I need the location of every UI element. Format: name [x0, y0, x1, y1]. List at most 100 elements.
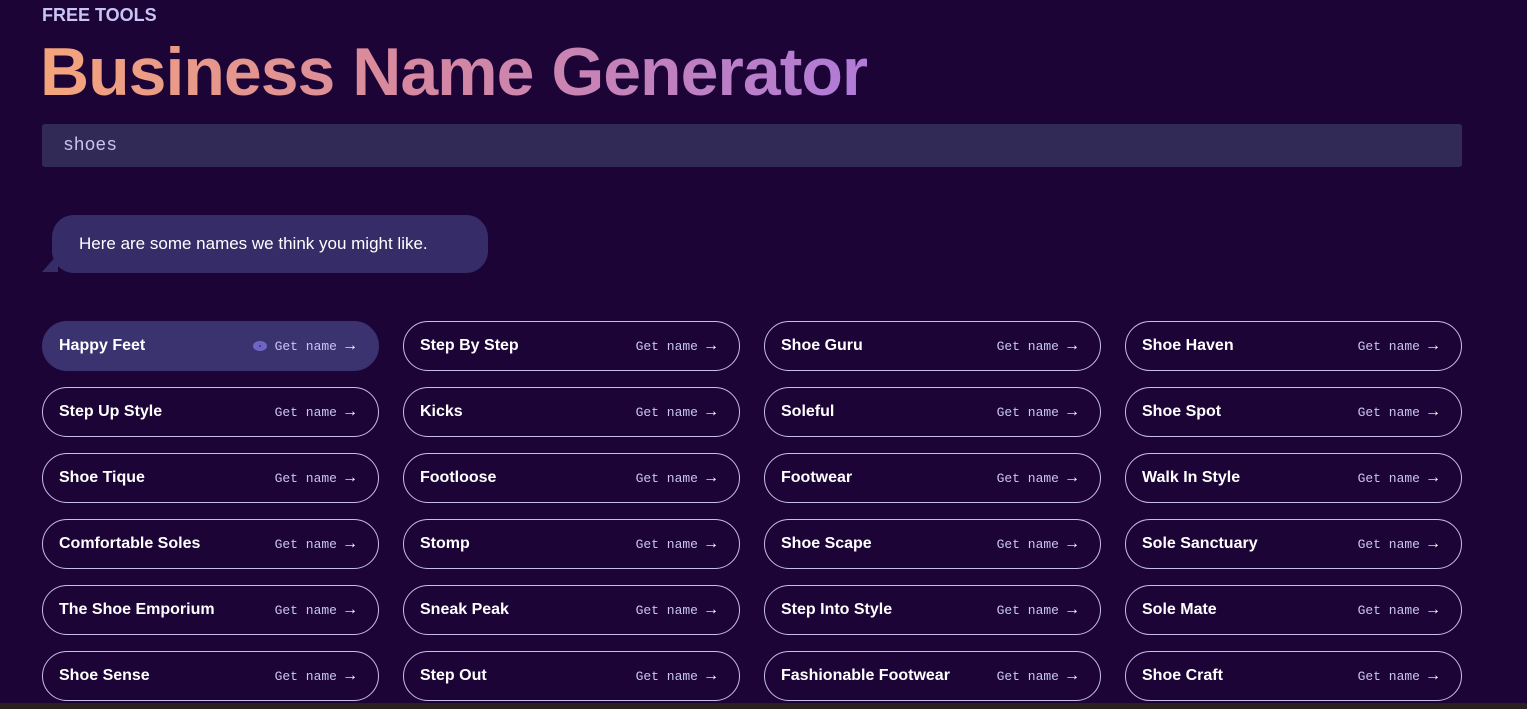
name-label: Step Out [420, 667, 487, 684]
get-name-link[interactable]: Get name [275, 405, 337, 420]
get-name-link[interactable]: Get name [275, 339, 337, 354]
get-name-link[interactable]: Get name [997, 471, 1059, 486]
arrow-right-icon: → [703, 403, 719, 420]
arrow-right-icon: → [1064, 337, 1080, 354]
name-card[interactable]: Fashionable Footwear Get name → [764, 651, 1101, 701]
search-input[interactable] [42, 124, 1462, 167]
name-label: The Shoe Emporium [59, 601, 215, 618]
arrow-right-icon: → [1064, 601, 1080, 618]
get-name-link[interactable]: Get name [997, 537, 1059, 552]
name-label: Shoe Craft [1142, 667, 1223, 684]
arrow-right-icon: → [342, 337, 358, 354]
get-name-link[interactable]: Get name [636, 471, 698, 486]
name-card[interactable]: Footloose Get name → [403, 453, 740, 503]
arrow-right-icon: → [342, 601, 358, 618]
name-label: Step Into Style [781, 601, 893, 618]
name-card[interactable]: Soleful Get name → [764, 387, 1101, 437]
name-card[interactable]: Shoe Spot Get name → [1125, 387, 1462, 437]
arrow-right-icon: → [342, 667, 358, 684]
name-card[interactable]: Happy Feet Get name → [42, 321, 379, 371]
arrow-right-icon: → [1064, 469, 1080, 486]
get-name-link[interactable]: Get name [1358, 339, 1420, 354]
name-card[interactable]: Walk In Style Get name → [1125, 453, 1462, 503]
name-card[interactable]: Step Into Style Get name → [764, 585, 1101, 635]
get-name-link[interactable]: Get name [275, 669, 337, 684]
get-name-link[interactable]: Get name [997, 405, 1059, 420]
name-card[interactable]: Shoe Scape Get name → [764, 519, 1101, 569]
arrow-right-icon: → [1425, 469, 1441, 486]
arrow-right-icon: → [1425, 535, 1441, 552]
name-card[interactable]: Step By Step Get name → [403, 321, 740, 371]
name-card[interactable]: Stomp Get name → [403, 519, 740, 569]
name-label: Kicks [420, 403, 463, 420]
name-card[interactable]: Footwear Get name → [764, 453, 1101, 503]
name-card[interactable]: Shoe Guru Get name → [764, 321, 1101, 371]
name-label: Shoe Tique [59, 469, 145, 486]
arrow-right-icon: → [1425, 667, 1441, 684]
name-card[interactable]: Step Out Get name → [403, 651, 740, 701]
arrow-right-icon: → [1064, 403, 1080, 420]
bottom-bar [0, 703, 1527, 709]
name-card[interactable]: Shoe Haven Get name → [1125, 321, 1462, 371]
get-name-link[interactable]: Get name [636, 537, 698, 552]
get-name-link[interactable]: Get name [1358, 669, 1420, 684]
names-grid: Happy Feet Get name → Step By Step Get name →… [42, 321, 1462, 701]
arrow-right-icon: → [342, 535, 358, 552]
arrow-right-icon: → [703, 601, 719, 618]
name-card[interactable]: Comfortable Soles Get name → [42, 519, 379, 569]
name-label: Walk In Style [1142, 469, 1241, 486]
name-label: Fashionable Footwear [781, 667, 950, 684]
name-card[interactable]: Sole Mate Get name → [1125, 585, 1462, 635]
name-label: Shoe Scape [781, 535, 872, 552]
get-name-link[interactable]: Get name [997, 669, 1059, 684]
arrow-right-icon: → [1064, 535, 1080, 552]
arrow-right-icon: → [703, 667, 719, 684]
arrow-right-icon: → [703, 337, 719, 354]
get-name-link[interactable]: Get name [636, 339, 698, 354]
arrow-right-icon: → [1064, 667, 1080, 684]
name-label: Happy Feet [59, 337, 146, 354]
get-name-link[interactable]: Get name [275, 471, 337, 486]
arrow-right-icon: → [1425, 337, 1441, 354]
get-name-link[interactable]: Get name [636, 405, 698, 420]
get-name-link[interactable]: Get name [1358, 405, 1420, 420]
get-name-link[interactable]: Get name [275, 603, 337, 618]
get-name-link[interactable]: Get name [1358, 537, 1420, 552]
name-card[interactable]: Shoe Sense Get name → [42, 651, 379, 701]
name-label: Shoe Haven [1142, 337, 1234, 354]
name-label: Shoe Guru [781, 337, 863, 354]
name-label: Footloose [420, 469, 497, 486]
name-card[interactable]: Sneak Peak Get name → [403, 585, 740, 635]
get-name-link[interactable]: Get name [997, 339, 1059, 354]
message-bubble: Here are some names we think you might l… [52, 215, 488, 273]
page-title: Business Name Generator [40, 34, 868, 110]
get-name-link[interactable]: Get name [1358, 603, 1420, 618]
name-label: Step By Step [420, 337, 519, 354]
name-label: Soleful [781, 403, 835, 420]
arrow-right-icon: → [342, 469, 358, 486]
name-card[interactable]: The Shoe Emporium Get name → [42, 585, 379, 635]
get-name-link[interactable]: Get name [636, 603, 698, 618]
get-name-link[interactable]: Get name [1358, 471, 1420, 486]
get-name-link[interactable]: Get name [636, 669, 698, 684]
name-card[interactable]: Sole Sanctuary Get name → [1125, 519, 1462, 569]
arrow-right-icon: → [342, 403, 358, 420]
eye-icon [252, 341, 267, 351]
name-label: Stomp [420, 535, 470, 552]
name-label: Sneak Peak [420, 601, 509, 618]
get-name-link[interactable]: Get name [997, 603, 1059, 618]
name-card[interactable]: Shoe Tique Get name → [42, 453, 379, 503]
name-label: Shoe Spot [1142, 403, 1222, 420]
name-label: Sole Sanctuary [1142, 535, 1258, 552]
arrow-right-icon: → [703, 469, 719, 486]
name-label: Sole Mate [1142, 601, 1217, 618]
kicker: FREE TOOLS [42, 5, 157, 25]
arrow-right-icon: → [703, 535, 719, 552]
get-name-link[interactable]: Get name [275, 537, 337, 552]
name-card[interactable]: Kicks Get name → [403, 387, 740, 437]
name-card[interactable]: Step Up Style Get name → [42, 387, 379, 437]
arrow-right-icon: → [1425, 403, 1441, 420]
name-label: Shoe Sense [59, 667, 150, 684]
name-card[interactable]: Shoe Craft Get name → [1125, 651, 1462, 701]
name-label: Step Up Style [59, 403, 163, 420]
